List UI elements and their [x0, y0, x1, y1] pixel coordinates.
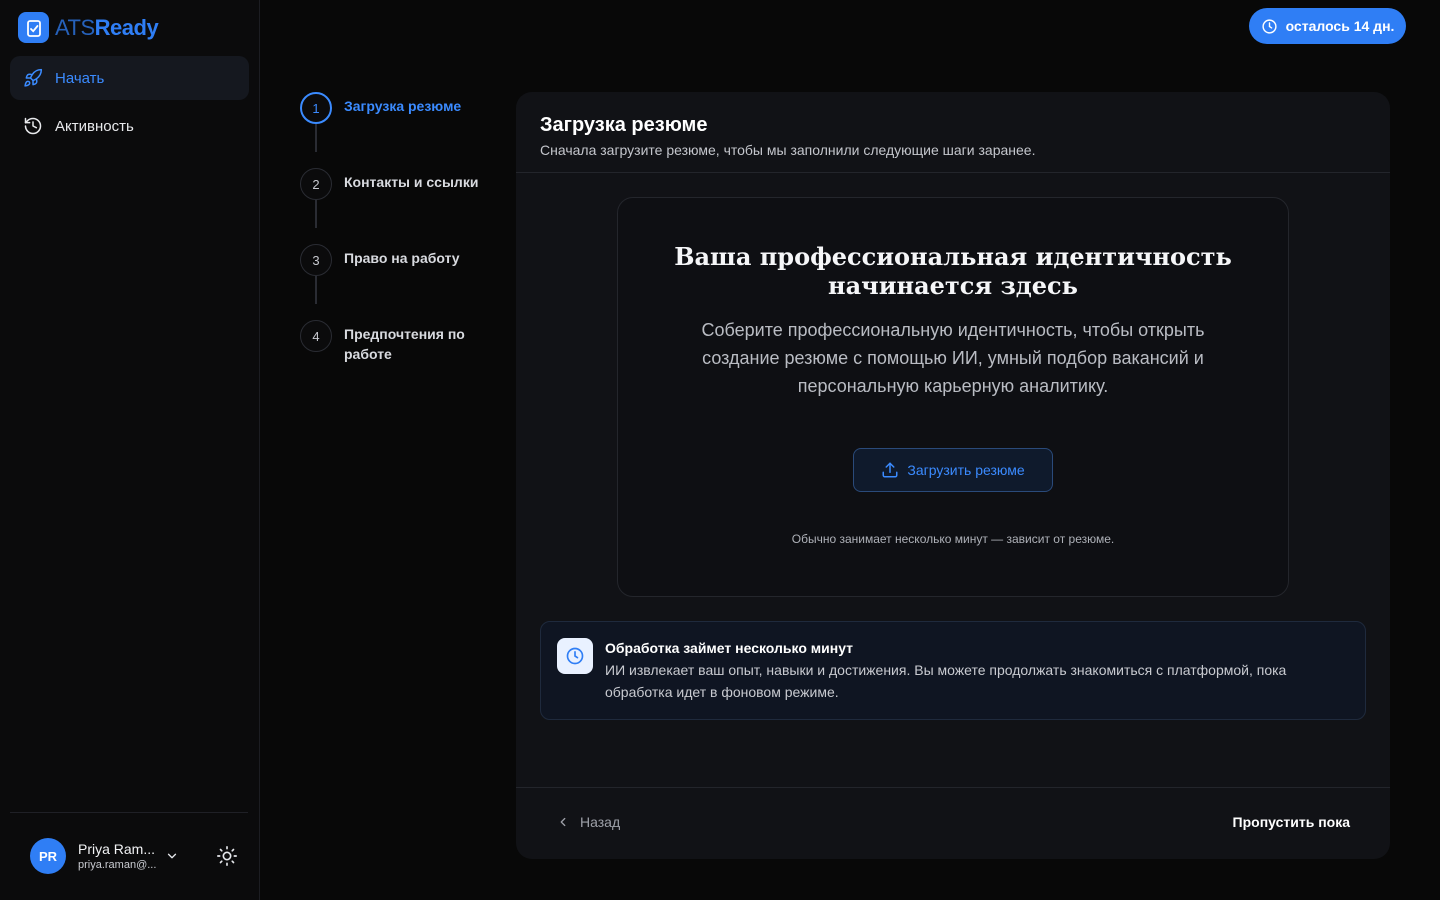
trial-days-button[interactable]: осталось 14 дн.: [1249, 8, 1406, 44]
clock-icon: [1261, 18, 1277, 34]
chevron-left-icon: [560, 817, 566, 827]
trial-label: осталось 14 дн.: [1285, 18, 1395, 34]
upload-icon: [882, 462, 898, 478]
step-connector: [315, 200, 317, 228]
sidebar-item-start[interactable]: Начать: [10, 56, 249, 100]
skip-button[interactable]: Пропустить пока: [1233, 814, 1350, 830]
back-label: Назад: [580, 814, 621, 830]
history-icon: [24, 117, 42, 135]
footer-divider: [516, 787, 1390, 788]
sidebar-item-activity[interactable]: Активность: [10, 104, 249, 148]
sidebar-item-label: Начать: [55, 69, 105, 87]
step-label: Право на работу: [344, 250, 460, 266]
app-logo[interactable]: ATSReady: [18, 12, 159, 43]
hero-text: Соберите профессиональную идентичность, …: [701, 320, 1205, 396]
upload-button-label: Загрузить резюме: [907, 462, 1025, 478]
step-label: Загрузка резюме: [344, 98, 462, 114]
sun-icon[interactable]: [216, 845, 238, 867]
sidebar-item-label: Активность: [55, 117, 134, 135]
upload-card: Загрузка резюме Сначала загрузите резюме…: [516, 92, 1390, 859]
user-name: Priya Ram...: [78, 841, 156, 857]
step-label: Контакты и ссылки: [344, 174, 479, 190]
upload-resume-button[interactable]: Загрузить резюме: [853, 448, 1053, 492]
avatar: PR: [30, 838, 66, 874]
chevron-down-icon[interactable]: [165, 849, 179, 863]
header-divider: [516, 172, 1390, 173]
page-subtitle: Сначала загрузите резюме, чтобы мы запол…: [540, 142, 1036, 158]
step-number: 4: [300, 320, 332, 352]
user-menu[interactable]: PR Priya Ram... priya.raman@...: [30, 838, 158, 874]
page-title: Загрузка резюме: [540, 114, 708, 136]
processing-notice: Обработка займет несколько минут ИИ извл…: [540, 621, 1366, 720]
clock-icon: [557, 638, 593, 674]
step-number: 1: [300, 92, 332, 124]
notice-title: Обработка займет несколько минут: [605, 640, 854, 656]
user-email: priya.raman@...: [78, 859, 157, 871]
step-connector: [315, 276, 317, 304]
logo-mark-icon: [18, 12, 49, 43]
notice-text: ИИ извлекает ваш опыт, навыки и достижен…: [605, 662, 1287, 700]
step-connector: [315, 124, 317, 152]
upload-hint: Обычно занимает несколько минут — зависи…: [791, 532, 1115, 546]
sidebar: ATSReady Начать Активность PR Priya Ram.…: [0, 0, 260, 900]
logo-text: ATSReady: [55, 14, 159, 40]
step-number: 2: [300, 168, 332, 200]
upload-dropzone[interactable]: Ваша профессиональная идентичность начин…: [617, 197, 1289, 597]
step-number: 3: [300, 244, 332, 276]
sidebar-divider: [10, 812, 248, 813]
rocket-icon: [24, 68, 43, 87]
hero-title: Ваша профессиональная идентичность начин…: [674, 242, 1232, 300]
back-button[interactable]: Назад: [556, 814, 620, 830]
step-label: Предпочтения по работе: [344, 326, 465, 362]
